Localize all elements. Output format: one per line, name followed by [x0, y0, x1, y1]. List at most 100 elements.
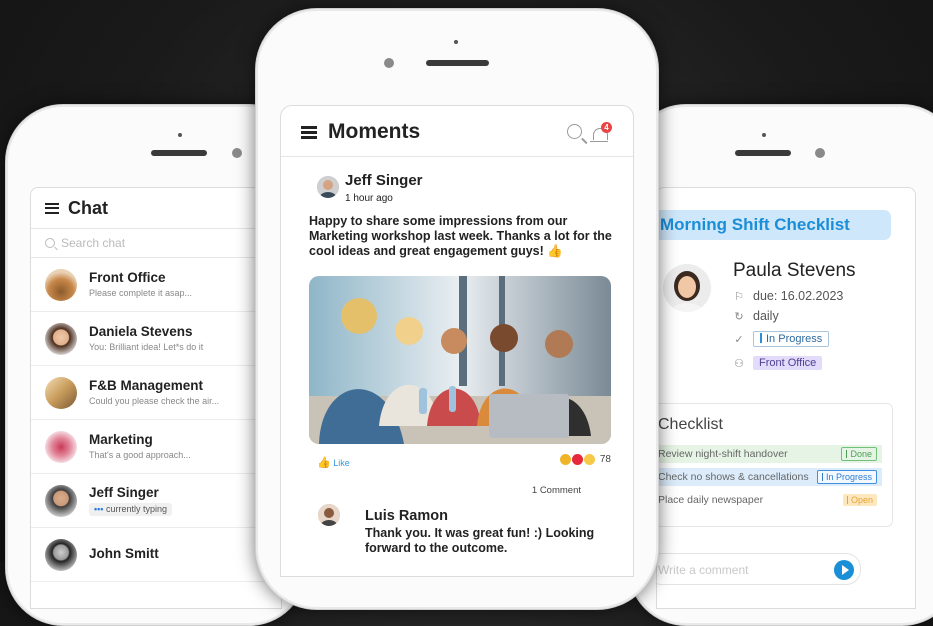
flag-icon: ⚐ [734, 290, 744, 303]
check-circle-icon: ✓ [734, 333, 744, 346]
reaction-bar: 👍 Like 78 [309, 454, 611, 470]
chat-name: Jeff Singer [89, 485, 159, 500]
chat-name: F&B Management [89, 378, 204, 393]
person-name: Paula Stevens [733, 260, 856, 281]
avatar [45, 484, 77, 517]
thumbs-up-icon: 👍 [547, 244, 563, 258]
front-camera [232, 148, 242, 158]
front-camera [384, 58, 394, 68]
heart-icon [571, 454, 583, 465]
sensor-dot [762, 133, 766, 137]
department-row: ⚇ Front Office [733, 356, 823, 370]
menu-icon[interactable] [45, 202, 59, 214]
chat-name: Front Office [89, 270, 166, 285]
workshop-photo [309, 276, 611, 444]
notification-badge: 4 [601, 122, 612, 133]
avatar [318, 504, 340, 526]
search-icon [45, 238, 55, 248]
commenter-portrait [318, 504, 340, 526]
chat-item-fb-management[interactable]: F&B Management Could you please check the… [31, 366, 281, 420]
post-body: Happy to share some impressions from our… [309, 214, 612, 258]
chat-item-marketing[interactable]: Marketing That's a good approach... [31, 420, 281, 474]
moments-screen: Moments 4 Jeff Singer 1 hour ago Happy t… [280, 105, 634, 577]
phone-frame-right: Morning Shift Checklist Paula Stevens ⚐ d… [628, 104, 933, 626]
comment-text: Thank you. It was great fun! :) Looking … [365, 526, 595, 555]
checklist-title-banner: Morning Shift Checklist [657, 210, 891, 240]
reaction-summary[interactable]: 78 [559, 454, 611, 465]
checklist-item-label: Review night-shift handover [658, 448, 788, 460]
status-row: ✓ In Progress [733, 331, 830, 347]
front-camera [815, 148, 825, 158]
checklist-item[interactable]: Check no shows & cancellations In Progre… [657, 468, 882, 486]
post-author[interactable]: Jeff Singer [345, 172, 423, 189]
chat-preview: Could you please check the air... [89, 396, 220, 406]
search-icon[interactable] [567, 124, 582, 139]
avatar [317, 176, 339, 198]
moments-header: Moments 4 [281, 106, 633, 157]
post-text: Happy to share some impressions from our… [309, 214, 621, 259]
phone-frame-center: Moments 4 Jeff Singer 1 hour ago Happy t… [255, 8, 659, 610]
checklist-card: Checklist Review night-shift handover Do… [657, 403, 893, 527]
checklist-item[interactable]: Place daily newspaper Open [657, 491, 882, 509]
chat-preview: You: Brilliant idea! Let*s do it [89, 342, 204, 352]
comment-author[interactable]: Luis Ramon [365, 508, 448, 524]
team-icon: ⚇ [734, 357, 744, 370]
post-time: 1 hour ago [345, 193, 393, 204]
chat-title: Chat [68, 197, 108, 218]
comments-link[interactable]: 1 Comment [532, 485, 581, 496]
department-tag[interactable]: Front Office [753, 356, 823, 370]
typing-label: currently typing [105, 504, 167, 514]
page-title: Moments [328, 120, 421, 143]
comment-input[interactable]: Write a comment [657, 553, 861, 585]
send-icon[interactable] [834, 560, 854, 580]
due-date-row: ⚐ due: 16.02.2023 [733, 289, 843, 303]
chat-preview: That's a good approach... [89, 450, 191, 460]
reaction-count: 78 [599, 454, 611, 465]
speaker-grille [426, 60, 489, 66]
typing-indicator: ••• currently typing [89, 503, 172, 516]
chat-item-john-smitt[interactable]: John Smitt 5 [31, 528, 281, 582]
speaker-grille [735, 150, 791, 156]
chat-name: Marketing [89, 432, 153, 447]
status-badge[interactable]: Open [842, 494, 877, 506]
avatar [45, 430, 77, 463]
person-portrait [663, 264, 711, 312]
post-image[interactable] [309, 276, 611, 444]
laugh-icon [583, 454, 595, 465]
avatar [45, 322, 77, 355]
avatar [45, 538, 77, 571]
comment-placeholder: Write a comment [658, 563, 749, 577]
repeat-icon: ↻ [734, 310, 744, 323]
thumbs-up-icon: 👍 [317, 457, 331, 469]
chat-item-daniela-stevens[interactable]: Daniela Stevens You: Brilliant idea! Let*… [31, 312, 281, 366]
checklist-screen: Morning Shift Checklist Paula Stevens ⚐ d… [656, 187, 916, 609]
checklist-item-label: Place daily newspaper [658, 494, 764, 506]
avatar [45, 268, 77, 301]
status-badge[interactable]: In Progress [753, 331, 830, 347]
speaker-grille [151, 150, 207, 156]
checklist-item[interactable]: Review night-shift handover Done [657, 445, 882, 463]
thumbs-up-icon [559, 454, 571, 465]
avatar [663, 264, 711, 312]
chat-screen: Chat Search chat Front Office Please comp… [30, 187, 282, 609]
recurrence-row: ↻ daily [733, 309, 779, 323]
status-badge[interactable]: In Progress [816, 470, 877, 484]
search-placeholder: Search chat [61, 236, 126, 250]
chat-preview: Please complete it asap... [89, 288, 193, 298]
checklist-section-title: Checklist [658, 416, 723, 433]
status-badge[interactable]: Done [841, 447, 877, 461]
chat-item-jeff-singer[interactable]: Jeff Singer ••• currently typing [31, 474, 281, 528]
chat-name: John Smitt [89, 545, 159, 561]
author-portrait [317, 176, 339, 198]
chat-item-front-office[interactable]: Front OfficePlease complete it asap... 2… [31, 258, 281, 312]
sensor-dot [454, 40, 458, 44]
chat-header: Chat [31, 188, 281, 229]
sensor-dot [178, 133, 182, 137]
recurrence: daily [753, 309, 779, 323]
like-button[interactable]: 👍 Like [317, 456, 350, 469]
due-date: due: 16.02.2023 [753, 289, 844, 303]
like-label: Like [333, 458, 350, 468]
avatar [45, 376, 77, 409]
search-input[interactable]: Search chat [31, 229, 281, 258]
checklist-item-label: Check no shows & cancellations [658, 471, 809, 483]
